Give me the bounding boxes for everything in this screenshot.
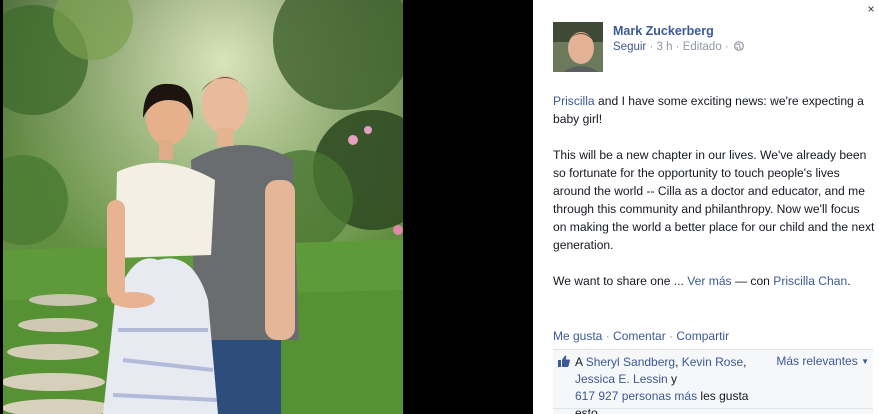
meta-separator: · xyxy=(721,41,732,53)
globe-icon[interactable] xyxy=(734,41,744,51)
liker-link[interactable]: Sheryl Sandberg xyxy=(586,355,675,369)
divider xyxy=(553,408,873,409)
meta-separator: · xyxy=(646,41,657,53)
post-paragraph: We want to share one ... Ver más — con P… xyxy=(553,272,875,290)
see-more-link[interactable]: Ver más xyxy=(687,274,731,288)
meta-separator: · xyxy=(672,41,683,53)
post-paragraph: This will be a new chapter in our lives.… xyxy=(553,148,875,252)
post-text-fragment: . xyxy=(847,274,851,288)
like-thumb-icon xyxy=(558,355,570,367)
avatar[interactable] xyxy=(553,22,603,72)
action-separator: · xyxy=(602,329,614,343)
sort-label: Más relevantes xyxy=(776,354,858,368)
close-icon[interactable]: × xyxy=(865,2,877,16)
sort-comments-dropdown[interactable]: Más relevantes ▼ xyxy=(776,354,869,368)
tagged-person-link[interactable]: Priscilla Chan xyxy=(773,274,847,288)
post-paragraph: Priscilla and I have some exciting news:… xyxy=(553,92,875,128)
like-button[interactable]: Me gusta xyxy=(553,329,602,343)
share-button[interactable]: Compartir xyxy=(676,329,729,343)
post-photo[interactable] xyxy=(3,0,403,414)
photo-viewer xyxy=(0,0,533,414)
likes-and: y xyxy=(667,372,678,386)
edited-label[interactable]: Editado xyxy=(683,41,722,53)
photo-illustration xyxy=(3,0,403,414)
mention-link[interactable]: Priscilla xyxy=(553,94,595,108)
post-actions: Me gusta · Comentar · Compartir xyxy=(553,329,729,343)
likes-text: A Sheryl Sandberg, Kevin Rose, Jessica E.… xyxy=(575,354,775,414)
comment-button[interactable]: Comentar xyxy=(613,329,666,343)
post-time[interactable]: 3 h xyxy=(656,41,672,53)
likes-prefix: A xyxy=(575,355,586,369)
post-text-fragment: We want to share one ... xyxy=(553,274,688,288)
likes-summary: A Sheryl Sandberg, Kevin Rose, Jessica E.… xyxy=(553,349,873,414)
post-text: Priscilla and I have some exciting news:… xyxy=(553,92,875,308)
avatar-image xyxy=(553,22,603,72)
author-name[interactable]: Mark Zuckerberg xyxy=(613,24,714,38)
more-likers-link[interactable]: 617 927 personas más xyxy=(575,389,697,403)
follow-link[interactable]: Seguir xyxy=(613,41,646,53)
likes-comma: , xyxy=(743,355,747,369)
action-separator: · xyxy=(665,329,677,343)
with-label: — con xyxy=(731,274,774,288)
caret-down-icon: ▼ xyxy=(861,357,869,366)
post-detail-panel: × Mark Zuckerberg Seguir · 3 h · Editado… xyxy=(533,0,879,414)
post-meta: Seguir · 3 h · Editado · xyxy=(613,41,744,53)
likes-comma: , xyxy=(675,355,682,369)
liker-link[interactable]: Jessica E. Lessin xyxy=(575,372,668,386)
liker-link[interactable]: Kevin Rose xyxy=(682,355,743,369)
post-text-fragment: and I have some exciting news: we're exp… xyxy=(553,94,864,126)
